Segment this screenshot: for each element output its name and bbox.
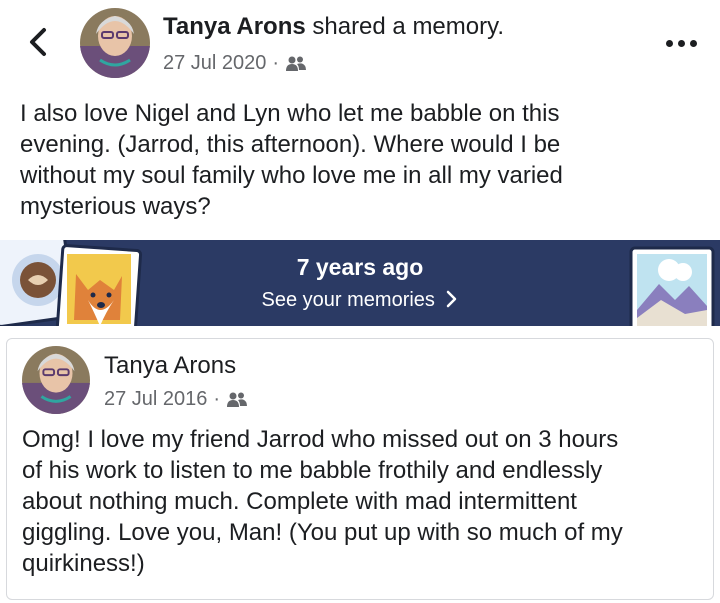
memory-share-header: Tanya Arons shared a memory.: [163, 13, 504, 41]
original-post-meta: 27 Jul 2016 ·: [104, 388, 248, 411]
friends-icon: [286, 56, 307, 71]
author-name[interactable]: Tanya Arons: [163, 13, 306, 40]
see-memories-label: See your memories: [261, 289, 435, 311]
chevron-right-icon: [447, 290, 457, 308]
more-horizontal-icon: [665, 39, 673, 47]
back-button[interactable]: [22, 22, 56, 62]
more-options-button[interactable]: [656, 28, 706, 58]
avatar[interactable]: [80, 8, 150, 78]
post-meta: 27 Jul 2020 ·: [163, 52, 307, 75]
share-caption: I also love Nigel and Lyn who let me bab…: [20, 100, 563, 220]
meta-separator: ·: [272, 52, 280, 74]
original-post-date[interactable]: 27 Jul 2016: [104, 388, 207, 411]
original-post-text: Omg! I love my friend Jarrod who missed …: [22, 426, 623, 577]
memory-years-ago: 7 years ago: [296, 254, 424, 280]
friends-icon: [227, 392, 248, 407]
meta-separator: ·: [213, 388, 221, 410]
memory-banner[interactable]: 7 years ago See your memories: [0, 240, 720, 326]
chevron-left-icon: [30, 28, 46, 56]
see-memories-link[interactable]: See your memories: [0, 289, 720, 312]
post-date[interactable]: 27 Jul 2020: [163, 52, 266, 75]
memory-illustration-left: [0, 240, 143, 326]
memory-illustration-right: [629, 246, 715, 326]
avatar[interactable]: [22, 346, 90, 414]
action-text: shared a memory.: [305, 13, 504, 40]
original-author-name[interactable]: Tanya Arons: [104, 352, 236, 380]
